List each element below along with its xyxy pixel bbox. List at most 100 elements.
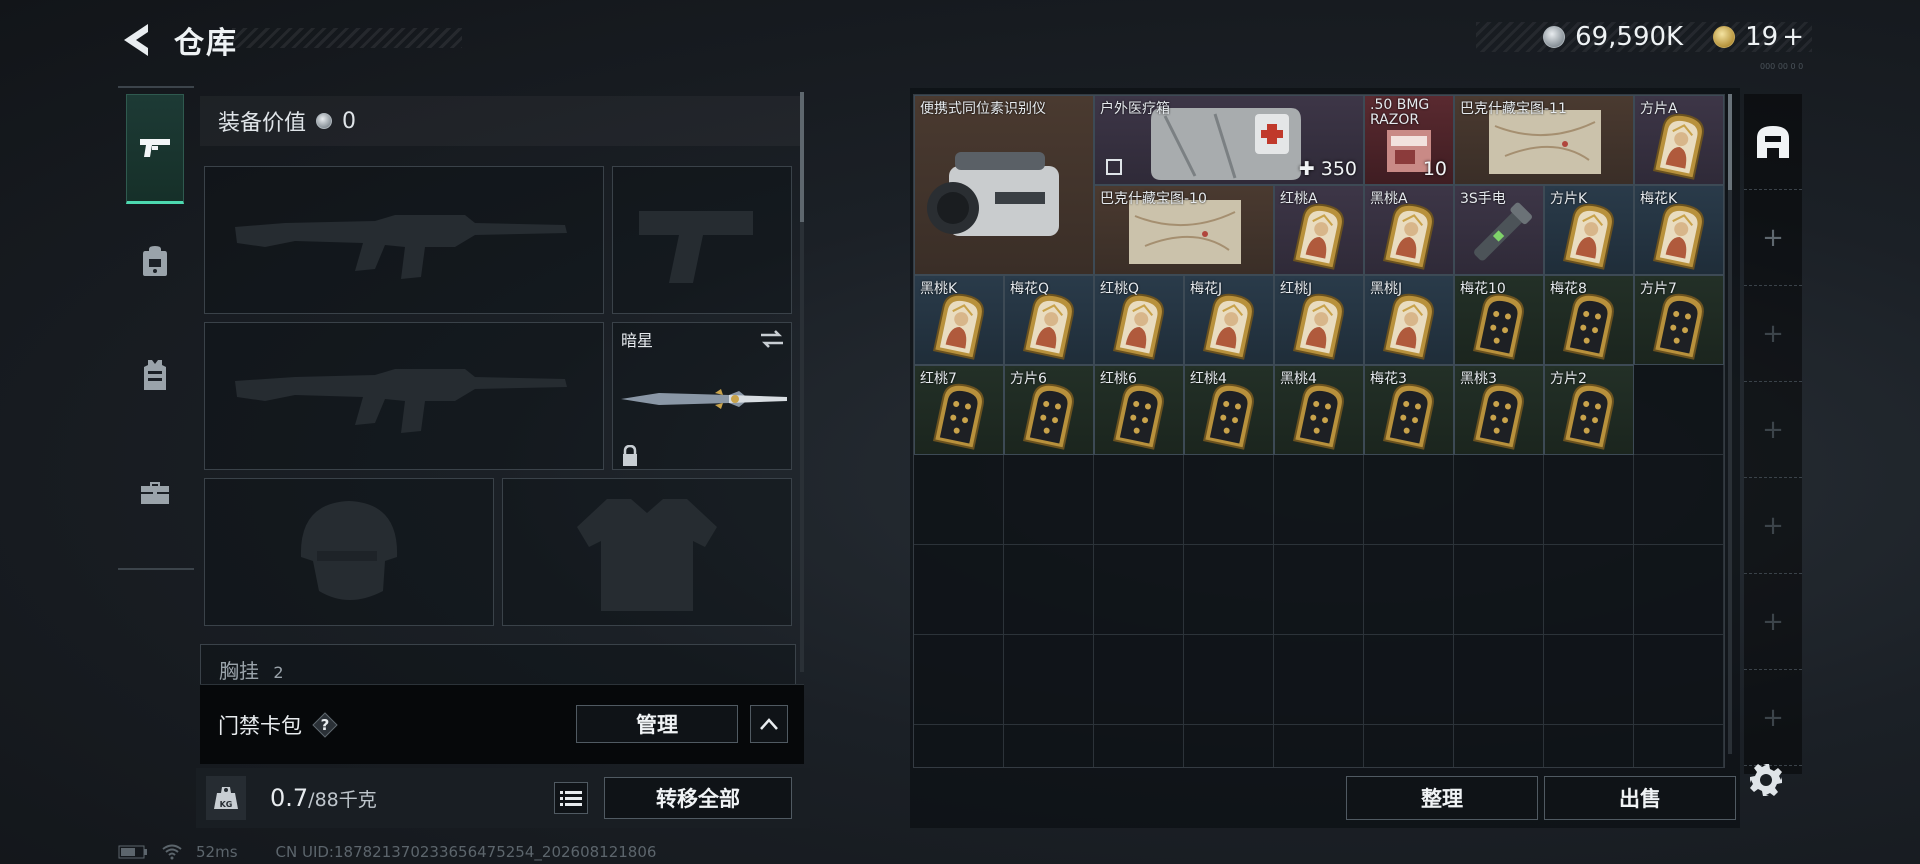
grid-cell[interactable] — [1004, 545, 1094, 635]
keycard-wallet-bar: 门禁卡包 ? 管理 — [200, 684, 804, 764]
sell-button[interactable]: 出售 — [1544, 776, 1736, 820]
chest-rig-slot[interactable]: 胸挂 2 — [200, 644, 796, 684]
equipment-scroll-thumb[interactable] — [800, 92, 804, 222]
grid-cell[interactable] — [1274, 725, 1364, 767]
stash-item[interactable]: 红桃6 — [1094, 365, 1184, 455]
back-button[interactable] — [118, 20, 154, 60]
tab-pouch[interactable] — [126, 438, 184, 548]
grid-cell[interactable] — [914, 545, 1004, 635]
grid-cell[interactable] — [1364, 455, 1454, 545]
grid-cell[interactable] — [914, 725, 1004, 767]
gold-add-button[interactable]: + — [1782, 22, 1804, 52]
grid-cell[interactable] — [1634, 635, 1724, 725]
stash-item[interactable]: .50 BMG RAZOR 10 — [1364, 95, 1454, 185]
grid-cell[interactable] — [1634, 725, 1724, 767]
swap-arrows-icon[interactable] — [759, 329, 785, 349]
grid-cell[interactable] — [1364, 725, 1454, 767]
stash-item[interactable]: 3S手电 — [1454, 185, 1544, 275]
grid-cell[interactable] — [1094, 635, 1184, 725]
stash-item[interactable]: 巴克什藏宝图-10 — [1094, 185, 1274, 275]
grid-cell[interactable] — [1184, 725, 1274, 767]
equipment-value-amount: 0 — [342, 108, 357, 134]
grid-cell[interactable] — [1454, 635, 1544, 725]
stash-item[interactable]: 方片2 — [1544, 365, 1634, 455]
stash-item[interactable]: 方片6 — [1004, 365, 1094, 455]
stash-item[interactable]: 红桃A — [1274, 185, 1364, 275]
grid-cell[interactable] — [1634, 545, 1724, 635]
sidearm-slot[interactable] — [612, 166, 792, 314]
grid-cell[interactable] — [914, 455, 1004, 545]
settings-button[interactable] — [1748, 762, 1788, 802]
grid-cell[interactable] — [1184, 455, 1274, 545]
grid-cell[interactable] — [1184, 635, 1274, 725]
grid-cell[interactable] — [1184, 545, 1274, 635]
stash-item[interactable]: 梅花8 — [1544, 275, 1634, 365]
stash-item[interactable]: 红桃Q — [1094, 275, 1184, 365]
stash-item[interactable]: 便携式同位素识别仪 — [914, 95, 1094, 275]
stash-item[interactable]: 梅花K — [1634, 185, 1724, 275]
container-slot-empty[interactable]: + — [1744, 574, 1802, 670]
grid-cell[interactable] — [1364, 545, 1454, 635]
grid-cell[interactable] — [1274, 545, 1364, 635]
stash-item[interactable]: 方片K — [1544, 185, 1634, 275]
list-view-button[interactable] — [554, 782, 588, 814]
grid-cell[interactable] — [1544, 455, 1634, 545]
grid-cell[interactable] — [1094, 545, 1184, 635]
container-slot-empty[interactable]: + — [1744, 478, 1802, 574]
grid-cell[interactable] — [1634, 365, 1724, 455]
stash-scrollbar[interactable] — [1728, 94, 1732, 754]
tab-weapons[interactable] — [126, 94, 184, 204]
container-slot-empty[interactable]: + — [1744, 670, 1802, 766]
grid-cell[interactable] — [1094, 455, 1184, 545]
tab-backpack[interactable] — [126, 206, 184, 316]
safebox-slot[interactable] — [1744, 94, 1802, 190]
grid-cell[interactable] — [1454, 455, 1544, 545]
collapse-button[interactable] — [750, 705, 788, 743]
sort-button[interactable]: 整理 — [1346, 776, 1538, 820]
stash-item[interactable]: 户外医疗箱 ✚ 350 — [1094, 95, 1364, 185]
grid-cell[interactable] — [1634, 455, 1724, 545]
grid-cell[interactable] — [1004, 455, 1094, 545]
stash-item[interactable]: 黑桃J — [1364, 275, 1454, 365]
stash-item[interactable]: 红桃7 — [914, 365, 1004, 455]
grid-cell[interactable] — [1094, 725, 1184, 767]
stash-item[interactable]: 黑桃K — [914, 275, 1004, 365]
grid-cell[interactable] — [1544, 725, 1634, 767]
secondary-weapon-slot[interactable] — [204, 322, 604, 470]
stash-item[interactable]: 梅花Q — [1004, 275, 1094, 365]
grid-cell[interactable] — [1454, 725, 1544, 767]
stash-item[interactable]: 黑桃4 — [1274, 365, 1364, 455]
grid-cell[interactable] — [1274, 635, 1364, 725]
stash-item[interactable]: 红桃J — [1274, 275, 1364, 365]
help-button[interactable]: ? — [312, 711, 338, 738]
stash-item[interactable]: 方片A — [1634, 95, 1724, 185]
helmet-slot[interactable] — [204, 478, 494, 626]
grid-cell[interactable] — [1544, 545, 1634, 635]
armor-slot[interactable] — [502, 478, 792, 626]
stash-item[interactable]: 梅花10 — [1454, 275, 1544, 365]
tab-vest[interactable] — [126, 320, 184, 430]
container-slot-empty[interactable]: + — [1744, 286, 1802, 382]
stash-item[interactable]: 黑桃3 — [1454, 365, 1544, 455]
grid-cell[interactable] — [1274, 455, 1364, 545]
grid-cell[interactable] — [914, 635, 1004, 725]
container-slot-empty[interactable]: + — [1744, 382, 1802, 478]
grid-cell[interactable] — [1004, 725, 1094, 767]
grid-cell[interactable] — [1364, 635, 1454, 725]
grid-cell[interactable] — [1544, 635, 1634, 725]
grid-cell[interactable] — [1004, 635, 1094, 725]
pistol-icon — [140, 139, 170, 157]
container-slot-add[interactable]: + — [1744, 190, 1802, 286]
melee-slot[interactable]: 暗星 — [612, 322, 792, 470]
grid-cell[interactable] — [1454, 545, 1544, 635]
stash-scroll-thumb[interactable] — [1728, 94, 1732, 190]
stash-item[interactable]: 红桃4 — [1184, 365, 1274, 455]
stash-item[interactable]: 梅花3 — [1364, 365, 1454, 455]
stash-item[interactable]: 方片7 — [1634, 275, 1724, 365]
stash-item[interactable]: 梅花J — [1184, 275, 1274, 365]
primary-weapon-slot[interactable] — [204, 166, 604, 314]
stash-item[interactable]: 巴克什藏宝图-11 — [1454, 95, 1634, 185]
transfer-all-button[interactable]: 转移全部 — [604, 777, 792, 819]
manage-button[interactable]: 管理 — [576, 705, 738, 743]
stash-item[interactable]: 黑桃A — [1364, 185, 1454, 275]
